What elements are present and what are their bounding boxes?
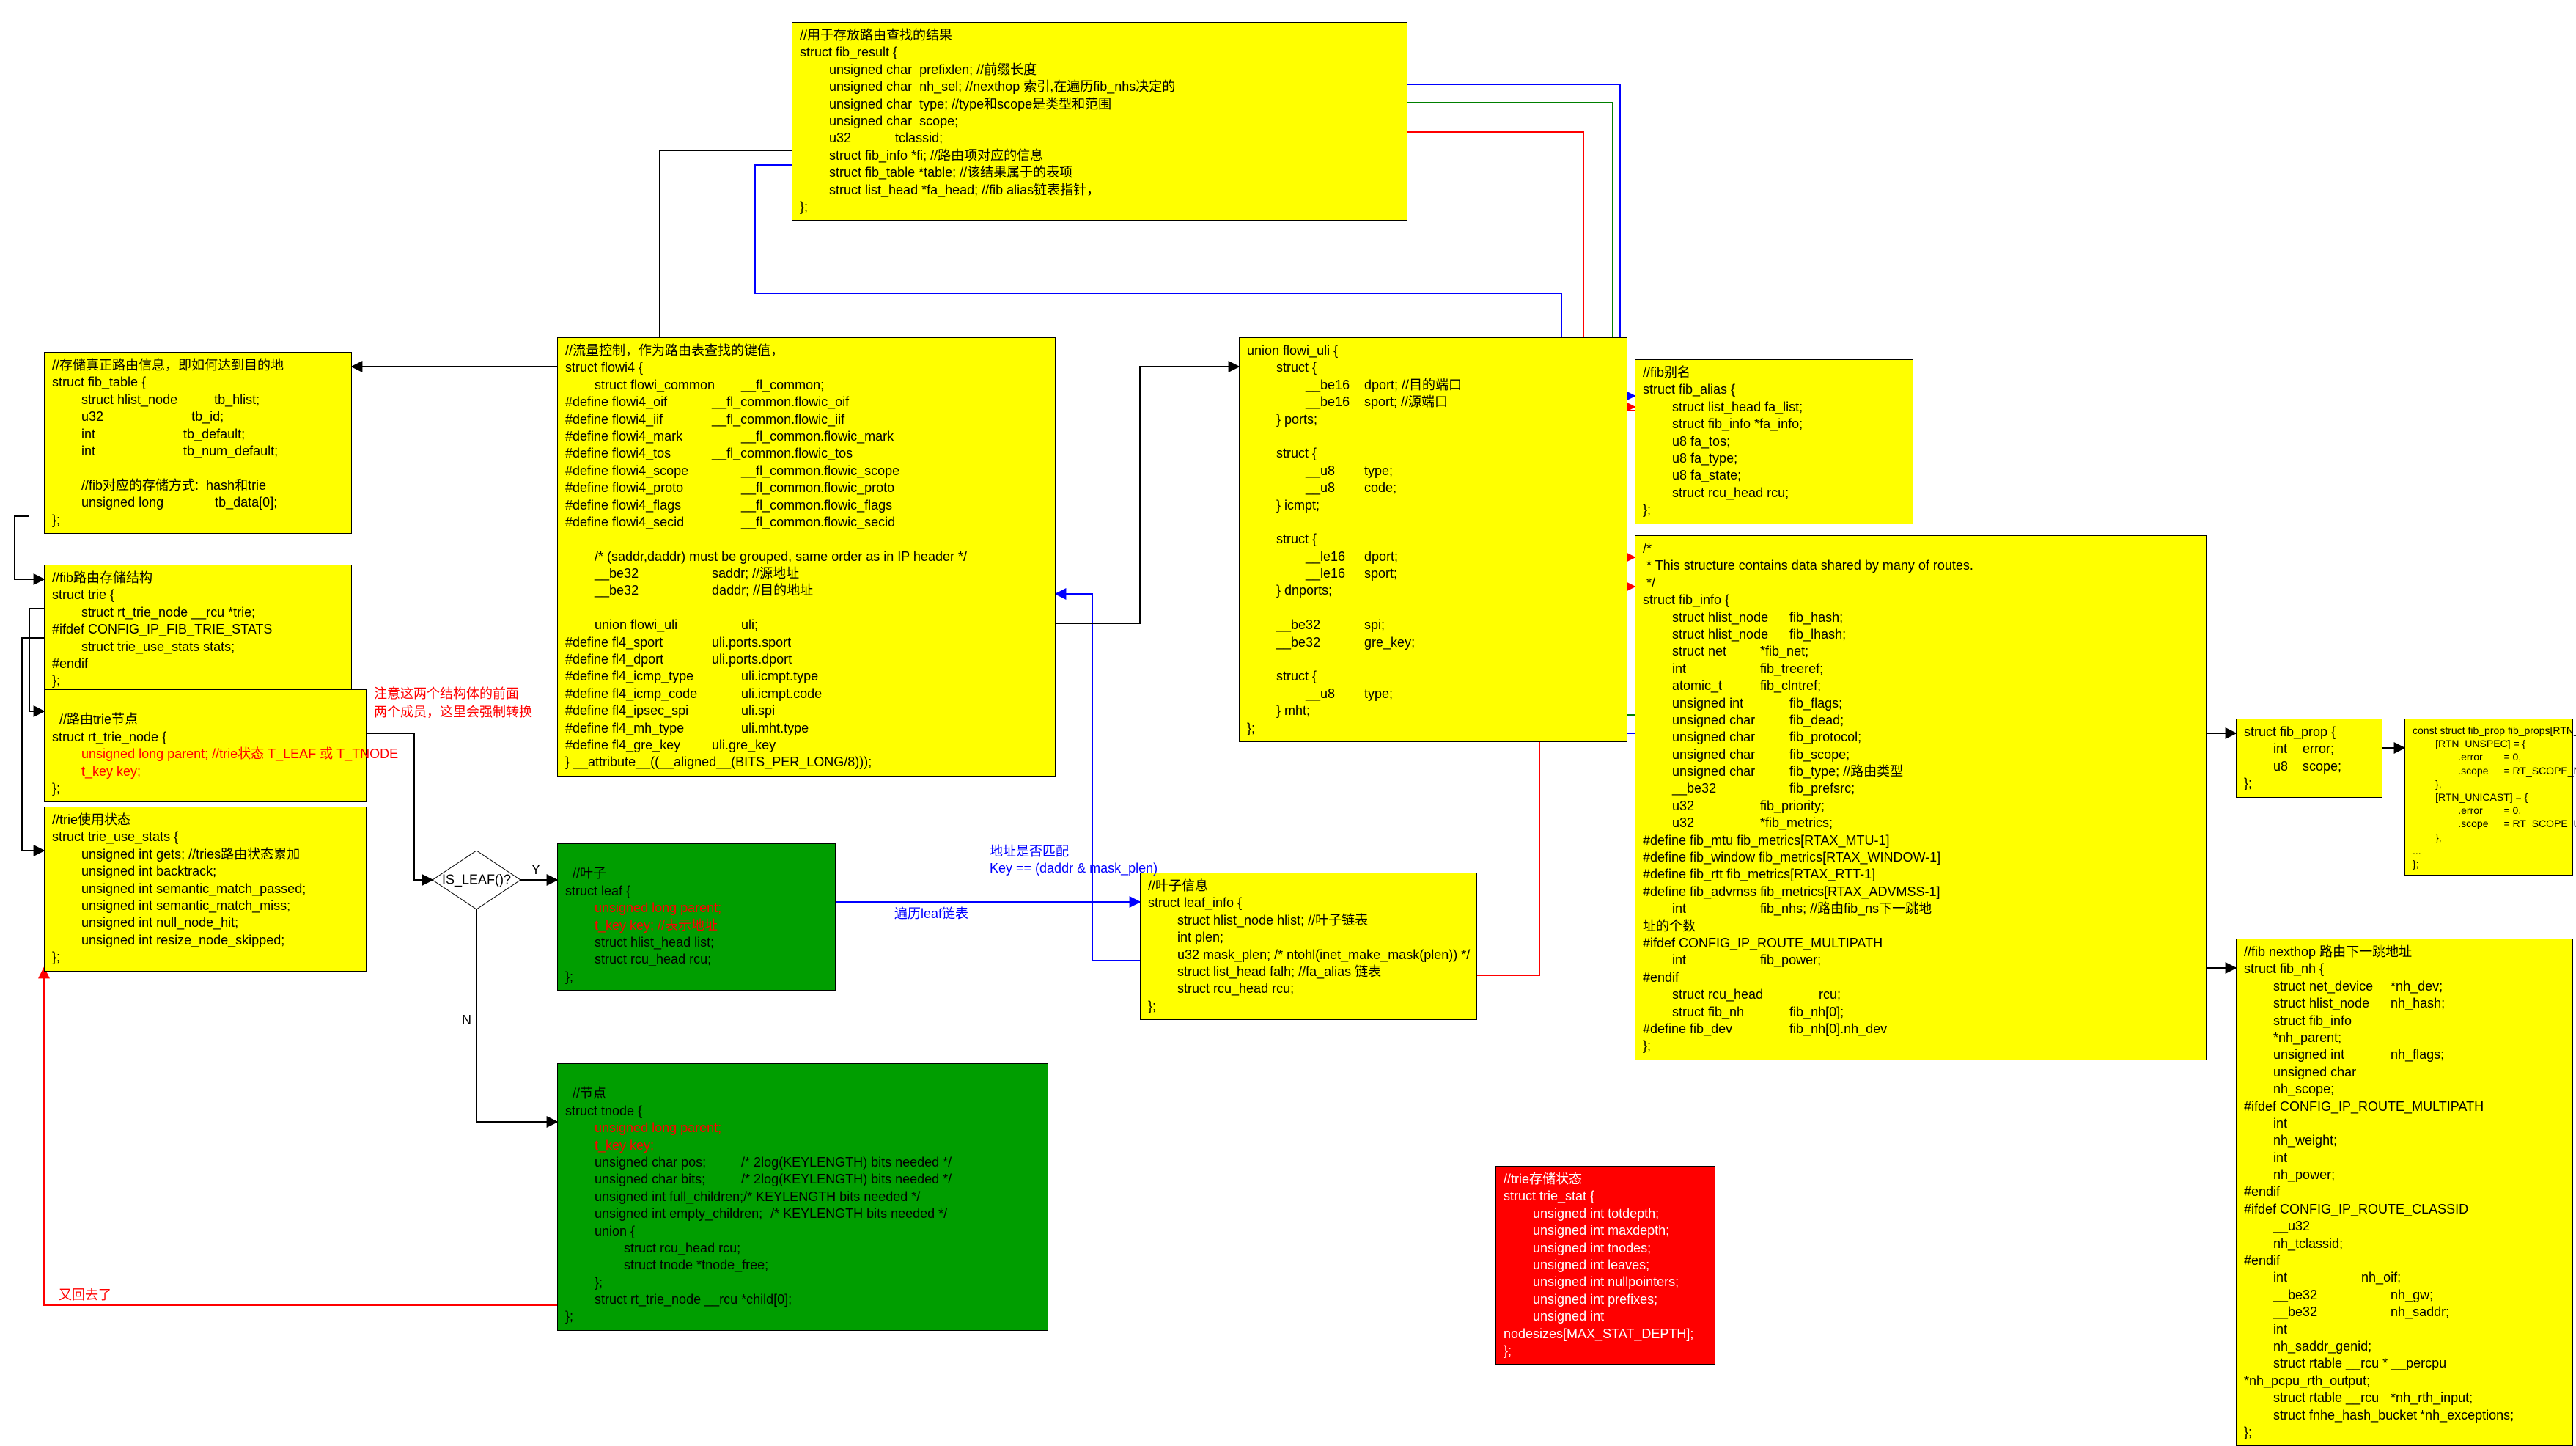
tnode-header: //节点 struct tnode { bbox=[565, 1086, 642, 1117]
box-trie-stat: //trie存储状态 struct trie_stat { unsigned i… bbox=[1495, 1166, 1715, 1365]
box-leaf: //叶子 struct leaf { unsigned long parent;… bbox=[557, 843, 836, 991]
box-leaf-info: //叶子信息 struct leaf_info { struct hlist_n… bbox=[1140, 873, 1477, 1020]
box-fib-result: //用于存放路由查找的结果 struct fib_result { unsign… bbox=[792, 22, 1407, 221]
note-rt-trie-1: 注意这两个结构体的前面 bbox=[374, 686, 519, 702]
box-fib-info: /* * This structure contains data shared… bbox=[1635, 535, 2207, 1060]
tnode-body: unsigned char pos; /* 2log(KEYLENGTH) bi… bbox=[565, 1155, 952, 1324]
label-return: 又回去了 bbox=[59, 1287, 111, 1304]
box-trie: //fib路由存储结构 struct trie { struct rt_trie… bbox=[44, 565, 352, 695]
box-tnode: //节点 struct tnode { unsigned long parent… bbox=[557, 1063, 1048, 1331]
label-traverse: 遍历leaf链表 bbox=[894, 906, 968, 922]
tnode-red: unsigned long parent; t_key key; bbox=[565, 1120, 721, 1152]
leaf-body: struct hlist_head list; struct rcu_head … bbox=[565, 935, 714, 984]
box-flowi-uli: union flowi_uli { struct { __be16 dport;… bbox=[1239, 337, 1627, 742]
rt-trie-node-red: unsigned long parent; //trie状态 T_LEAF 或 … bbox=[52, 746, 398, 778]
leaf-red: unsigned long parent; t_key key; //表示地址 bbox=[565, 900, 721, 932]
box-fib-table: //存储真正路由信息，即如何达到目的地 struct fib_table { s… bbox=[44, 352, 352, 534]
rt-trie-node-header: //路由trie节点 struct rt_trie_node { bbox=[52, 712, 166, 744]
box-fib-prop: struct fib_prop { int error; u8 scope; }… bbox=[2236, 719, 2382, 798]
box-rt-trie-node: //路由trie节点 struct rt_trie_node { unsigne… bbox=[44, 689, 367, 802]
box-fib-alias: //fib别名 struct fib_alias { struct list_h… bbox=[1635, 359, 1913, 524]
decision-label: IS_LEAF()? bbox=[442, 871, 511, 888]
label-match: 地址是否匹配 Key == (daddr & mask_plen) bbox=[990, 843, 1158, 878]
box-fib-nh: //fib nexthop 路由下一跳地址 struct fib_nh { st… bbox=[2236, 939, 2573, 1446]
note-rt-trie-2: 两个成员，这里会强制转换 bbox=[374, 704, 532, 721]
label-y: Y bbox=[531, 862, 540, 878]
box-fib-props: const struct fib_prop fib_props[RTN_MAX … bbox=[2404, 719, 2573, 876]
decision-is-leaf: IS_LEAF()? bbox=[433, 851, 520, 909]
label-n: N bbox=[462, 1012, 471, 1029]
box-trie-use-stats: //trie使用状态 struct trie_use_stats { unsig… bbox=[44, 807, 367, 972]
box-flowi4: //流量控制，作为路由表查找的键值， struct flowi4 { struc… bbox=[557, 337, 1056, 777]
leaf-header: //叶子 struct leaf { bbox=[565, 866, 630, 898]
rt-trie-node-footer: }; bbox=[52, 781, 60, 796]
